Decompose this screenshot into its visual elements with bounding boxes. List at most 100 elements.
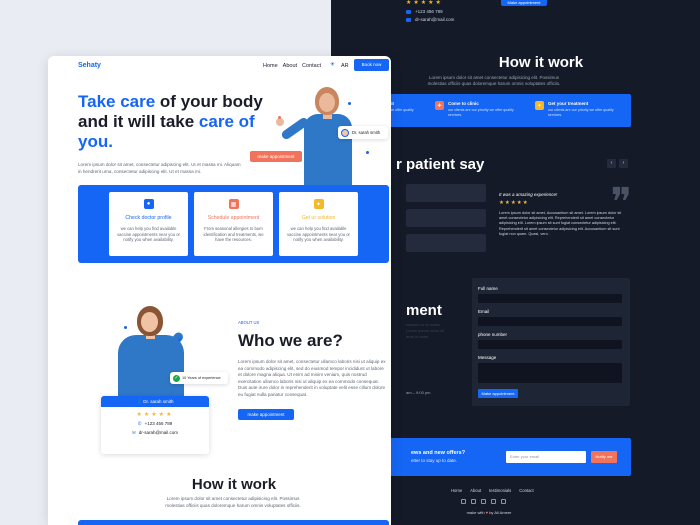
doctor-rating-stars: ★★★★★ [136,412,174,418]
footer-credit: make with ♥ by Ali Ameer [466,510,512,515]
doctor-phone: +123 456 789 [144,421,173,426]
footer-link-contact[interactable]: Contact [519,488,533,493]
nav-contact[interactable]: Contact [302,63,321,69]
dark-phone: +123 456 789 [415,9,443,14]
language-toggle[interactable]: AR [341,63,349,69]
email-label: Email [478,309,490,314]
about-title: Who we are? [238,331,343,350]
light-page-preview: Sehaty Home About Contact ☀ AR Book now … [48,56,391,525]
social-links [461,499,506,504]
about-appointment-button[interactable]: make appointment [238,409,294,420]
dark-step: ✚ Come to clinic our clients are our prio… [431,94,531,127]
newsletter-title: ews and new offers? [411,450,466,456]
about-body: Lorem ipsum dolor sit amet, consectetur … [238,359,386,397]
quote-icon: ❞ [610,180,632,226]
testimonial-thumb[interactable] [406,209,486,227]
nav-menu: Home About Contact [263,63,321,69]
footer-link-about[interactable]: About [470,488,481,493]
book-now-button[interactable]: Book now [354,59,389,71]
service-desc: From seasonal allergies to burn identifi… [203,226,264,243]
dark-doctor-contact: ★★★★★ +123 456 789 dr-sarah@mail.com [406,0,466,22]
doctor-card-name: 👤 Dr. sarah smith [101,396,209,407]
person-icon: ● [143,199,154,209]
footer-link-testimonials[interactable]: testimonials [489,488,511,493]
full-name-input[interactable] [478,294,622,303]
service-card[interactable]: ▦ Schedule appointment From seasonal all… [194,192,273,256]
hero-title: Take care of your body and it will take … [78,92,263,151]
navbar: Sehaty Home About Contact ☀ AR Book now [48,56,391,78]
experience-badge: ✓ 10 Years of experience [170,372,228,384]
instagram-icon[interactable] [461,499,466,504]
avatar [341,128,349,137]
sun-icon[interactable]: ☀ [329,62,336,69]
full-name-label: Full name [478,286,498,291]
step-title: Get your treatment [548,101,589,106]
testimonial-thumb[interactable] [406,234,486,252]
behance-icon[interactable] [491,499,496,504]
decor-dot-icon [348,102,351,105]
dark-top-appointment-button[interactable]: Make appointment [501,0,547,6]
hospital-icon: ✚ [435,101,444,110]
testimonial-arrows: ‹ › [607,159,628,168]
heart-icon: ♥ [485,510,489,515]
prev-arrow-icon[interactable]: ‹ [607,159,616,168]
form-submit-button[interactable]: Make appointment [478,389,518,398]
decor-dot-icon [366,151,369,154]
linkedin-icon[interactable] [471,499,476,504]
doctor-tag-name: Dr. sarah smith [352,130,381,135]
phone-input[interactable] [478,340,622,349]
step-desc: our clients are our priority we offer qu… [448,108,514,117]
how-title: How it work [191,476,277,493]
footer-link-home[interactable]: Home [451,488,462,493]
hero-subtitle: Lorem ipsum dolor sit amet, consectetur … [78,162,241,174]
service-card[interactable]: ✦ Get ur solution we can help you find a… [279,192,358,256]
decor-dot-icon [178,338,181,341]
mail-icon [406,17,411,22]
bulb-icon: ✦ [535,101,544,110]
github-icon[interactable] [501,499,506,504]
hero-appointment-button[interactable]: make appointment [250,151,302,162]
step-desc: our clients are our priority we offer qu… [548,108,614,117]
phone-icon: ✆ [137,421,142,426]
experience-text: 10 Years of experience [182,376,221,380]
notify-button[interactable]: Notify me [591,451,617,463]
newsletter-subtitle: etter to stay up to date. [411,458,458,463]
phone-label: phone number [478,332,508,337]
service-desc: we can help you find available vaccine a… [287,226,350,243]
dark-email: dr-sarah@mail.com [415,17,455,22]
opening-hours: am – 9:00 pm [406,390,431,395]
message-textarea[interactable] [478,363,622,383]
decor-dot-icon [124,326,127,329]
step-title: Come to clinic [448,101,479,106]
calendar-icon: ▦ [228,199,239,209]
testimonial-thumb[interactable] [406,184,486,202]
dribbble-icon[interactable] [481,499,486,504]
service-title: Check doctor profile [125,215,172,221]
next-arrow-icon[interactable]: › [619,159,628,168]
newsletter-email-input[interactable]: Enter your email [506,451,586,463]
doctor-email: dr-sarah@mail.com [138,430,179,435]
bulb-icon: ✦ [313,199,324,209]
about-label: ABOUT US [238,320,260,325]
service-title: Schedule appointment [207,215,260,221]
dark-how-subtitle: Lorem ipsum dolor sit amet consectetur a… [427,75,561,86]
check-icon: ✓ [173,374,180,382]
email-input[interactable] [478,317,622,326]
appointment-text: ame ut amet. [406,334,430,339]
appointment-title: ment [406,302,442,319]
logo[interactable]: Sehaty [78,62,101,69]
service-card[interactable]: ● Check doctor profile we can help you f… [109,192,188,256]
service-desc: we can help you find available vaccine a… [117,226,180,243]
doctor-tag: Dr. sarah smith [338,126,388,139]
phone-icon [406,9,411,14]
how-subtitle: Lorem ipsum dolor sit amet consectetur a… [165,496,301,508]
testimonials-title: r patient say [396,156,485,173]
nav-home[interactable]: Home [263,63,278,69]
decor-dot-icon [278,116,281,119]
doctor-card: 👤 Dr. sarah smith ★★★★★ ✆ +123 456 789 ✉ d… [101,396,209,454]
dark-step: ✦ Get your treatment our clients are our … [531,94,631,127]
service-title: Get ur solution [301,215,336,221]
nav-about[interactable]: About [283,63,297,69]
mail-icon: ✉ [131,430,136,435]
footer-nav: Home About testimonials Contact [451,488,534,493]
